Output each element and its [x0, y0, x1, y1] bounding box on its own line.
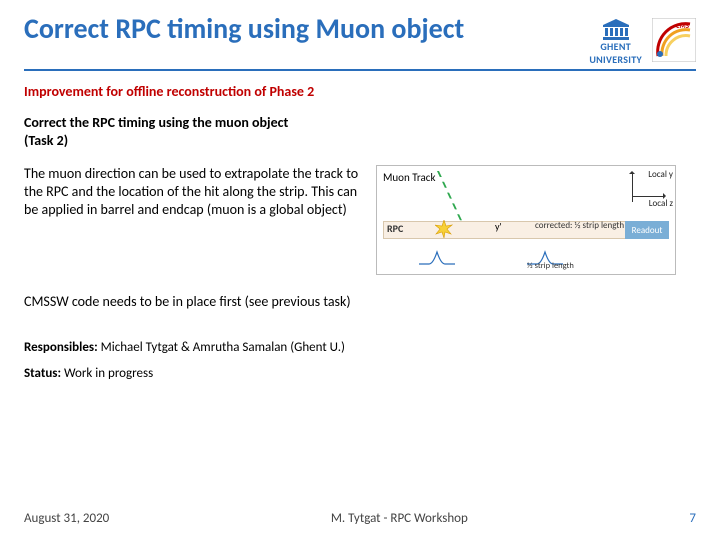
ghent-university-logo: GHENT UNIVERSITY	[589, 18, 642, 65]
axis-local-y-label: Local y	[648, 170, 673, 179]
task-heading-line1: Correct the RPC timing using the muon ob…	[24, 114, 288, 131]
muon-track-label: Muon Track	[383, 172, 435, 183]
content-row: The muon direction can be used to extrap…	[24, 165, 696, 275]
slide-title: Correct RPC timing using Muon object	[24, 14, 464, 45]
ghent-text-line1: GHENT	[600, 42, 631, 53]
hit-burst-icon	[435, 220, 453, 238]
logo-group: GHENT UNIVERSITY CMS	[589, 14, 696, 65]
corrected-label: corrected: ½ strip length + y'	[535, 221, 639, 230]
status-value: Work in progress	[61, 366, 153, 381]
section-subheading: Improvement for offline reconstruction o…	[24, 83, 696, 100]
followup-note: CMSSW code needs to be in place first (s…	[24, 293, 444, 311]
responsibles-line: Responsibles: Michael Tytgat & Amrutha S…	[24, 339, 696, 357]
task-heading: Correct the RPC timing using the muon ob…	[24, 114, 696, 149]
rpc-label: RPC	[387, 224, 403, 234]
status-line: Status: Work in progress	[24, 365, 696, 383]
footer-date: August 31, 2020	[24, 511, 109, 526]
slide-root: Correct RPC timing using Muon object GHE…	[0, 0, 720, 540]
footer-center: M. Tytgat - RPC Workshop	[331, 511, 468, 526]
body-paragraph: The muon direction can be used to extrap…	[24, 165, 364, 220]
signal-wave-1-icon	[419, 248, 455, 266]
rpc-diagram: Muon Track Local y Local z RPC y' correc…	[376, 165, 676, 275]
readout-block: Readout	[625, 221, 669, 239]
half-strip-length-label: ½ strip length	[527, 262, 574, 271]
y-prime-label: y'	[495, 222, 502, 232]
slide-header: Correct RPC timing using Muon object GHE…	[24, 14, 696, 71]
page-number: 7	[689, 511, 696, 526]
slide-footer: August 31, 2020 M. Tytgat - RPC Workshop…	[24, 511, 696, 526]
responsibles-label: Responsibles:	[24, 340, 98, 355]
status-label: Status:	[24, 366, 61, 381]
cms-text: CMS	[676, 21, 690, 30]
cms-logo-icon: CMS	[652, 18, 696, 62]
responsibles-value: Michael Tytgat & Amrutha Samalan (Ghent …	[98, 340, 345, 355]
ghent-temple-icon	[601, 18, 631, 40]
axis-local-y	[632, 172, 633, 202]
ghent-text-line2: UNIVERSITY	[589, 55, 642, 66]
axis-local-z-label: Local z	[649, 199, 673, 208]
axis-local-z	[633, 196, 665, 197]
task-heading-line2: (Task 2)	[24, 132, 68, 149]
